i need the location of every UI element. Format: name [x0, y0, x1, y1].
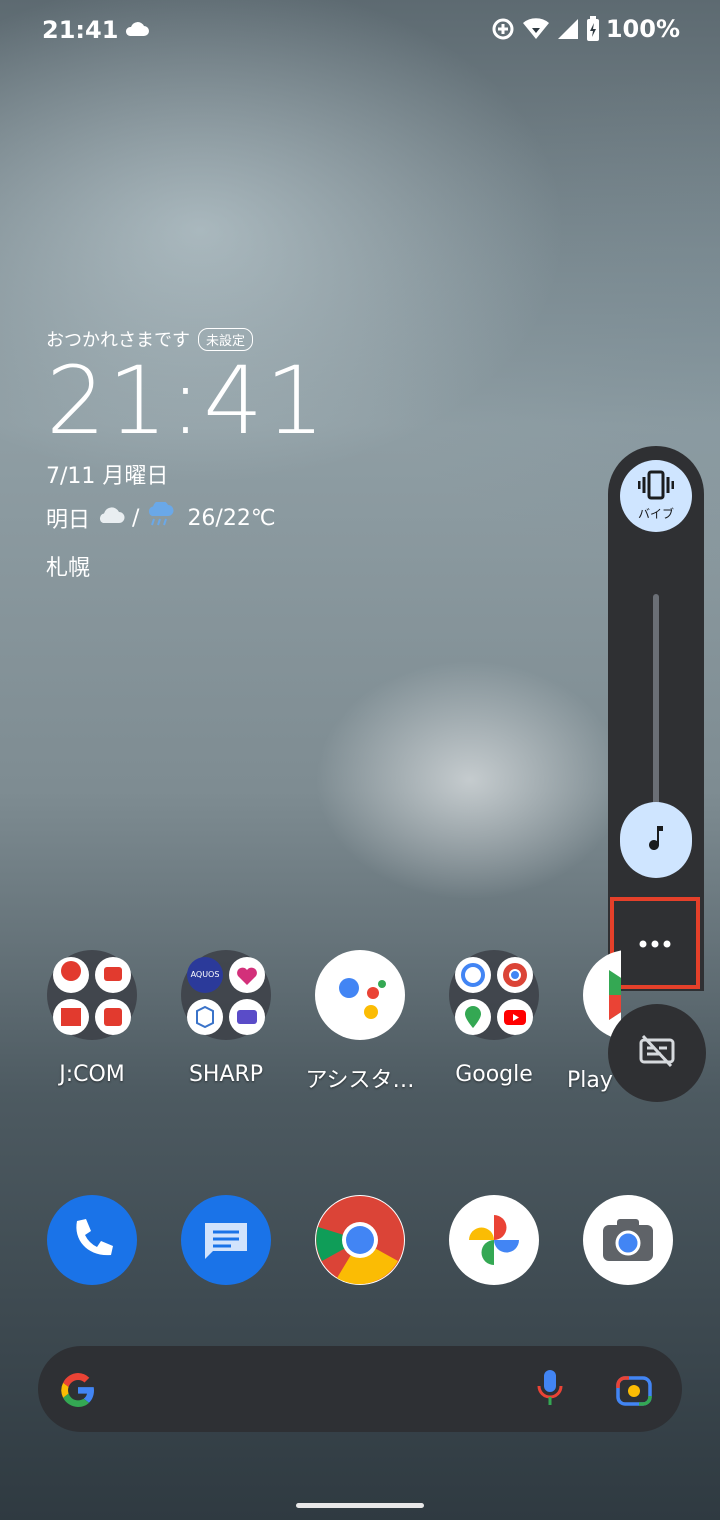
folder-google[interactable]: Google — [427, 950, 561, 1087]
weather-city: 札幌 — [46, 556, 91, 581]
camera-app[interactable] — [583, 1195, 673, 1285]
app-label: SHARP — [188, 1062, 264, 1087]
ringer-mode-button[interactable]: バイブ — [620, 460, 692, 532]
maps-icon — [455, 999, 491, 1035]
folder-jcom-icon — [47, 950, 137, 1040]
volume-more-settings-button[interactable] — [610, 897, 700, 989]
messages-icon — [181, 1223, 271, 1289]
folder-jcom[interactable]: J:COM — [25, 950, 159, 1087]
widget-date: 7/11 月曜日 — [46, 464, 169, 489]
gesture-home-bar[interactable] — [296, 1503, 424, 1508]
weather-separator: / — [132, 505, 140, 531]
recorder-app-icon — [229, 999, 265, 1035]
clock-weather-widget[interactable]: おつかれさまです 未設定 21:41 7/11 月曜日 明日 / 26/22℃ … — [46, 326, 327, 582]
lens-icon[interactable] — [614, 1370, 654, 1414]
messages-app[interactable] — [181, 1195, 271, 1285]
photos-app[interactable] — [449, 1195, 539, 1285]
app-label: Google — [455, 1062, 533, 1087]
vibrate-icon — [637, 470, 675, 503]
status-time: 21:41 — [42, 16, 119, 44]
google-search-bar[interactable] — [38, 1346, 682, 1432]
chrome-mini-icon — [497, 957, 533, 993]
folder-sharp[interactable]: AQUOS SHARP — [159, 950, 293, 1087]
folder-sharp-icon: AQUOS — [181, 950, 271, 1040]
youtube-icon — [497, 999, 533, 1035]
aquos-icon: AQUOS — [187, 957, 223, 993]
mic-icon[interactable] — [536, 1368, 564, 1412]
live-caption-button[interactable] — [608, 1004, 706, 1102]
jcom-gift-icon — [95, 999, 131, 1035]
chrome-app[interactable] — [315, 1195, 405, 1285]
data-saver-icon — [490, 16, 516, 42]
google-logo-icon — [58, 1370, 98, 1414]
app-label: アシスタ… — [305, 1068, 415, 1093]
folder-google-icon — [449, 950, 539, 1040]
assistant-icon — [315, 950, 405, 1040]
app-label: J:COM — [59, 1062, 125, 1087]
caption-off-icon — [637, 1034, 677, 1072]
volume-slider-thumb[interactable] — [620, 802, 692, 878]
jcom-zaq-icon — [53, 957, 89, 993]
more-horizontal-icon — [638, 934, 672, 953]
wifi-icon — [522, 17, 550, 41]
ringer-mode-label: バイブ — [637, 507, 674, 521]
phone-app[interactable] — [47, 1195, 137, 1285]
phone-icon — [47, 1219, 137, 1289]
weather-row[interactable]: 明日 / 26/22℃ — [46, 500, 327, 534]
camera-icon — [583, 1219, 673, 1289]
battery-percent: 100% — [605, 15, 680, 43]
jcom-box-icon — [53, 999, 89, 1035]
cloud-icon — [124, 20, 150, 42]
weather-day: 明日 — [46, 508, 91, 533]
battery-charging-icon — [586, 16, 600, 42]
chrome-icon — [315, 1196, 405, 1289]
signal-icon — [556, 17, 580, 41]
music-note-icon — [645, 824, 667, 856]
google-g-icon — [455, 957, 491, 993]
temperature: 26/22℃ — [187, 505, 276, 531]
rain-icon — [145, 500, 175, 534]
app-assistant[interactable]: アシスタ… — [293, 950, 427, 1094]
heart-app-icon — [229, 957, 265, 993]
cloudy-icon — [96, 505, 126, 531]
photos-icon — [449, 1215, 539, 1289]
status-bar: 21:41 100% — [0, 0, 720, 60]
cube-app-icon — [187, 999, 223, 1035]
jcom-video-icon — [95, 957, 131, 993]
widget-clock[interactable]: 21:41 — [46, 352, 327, 452]
